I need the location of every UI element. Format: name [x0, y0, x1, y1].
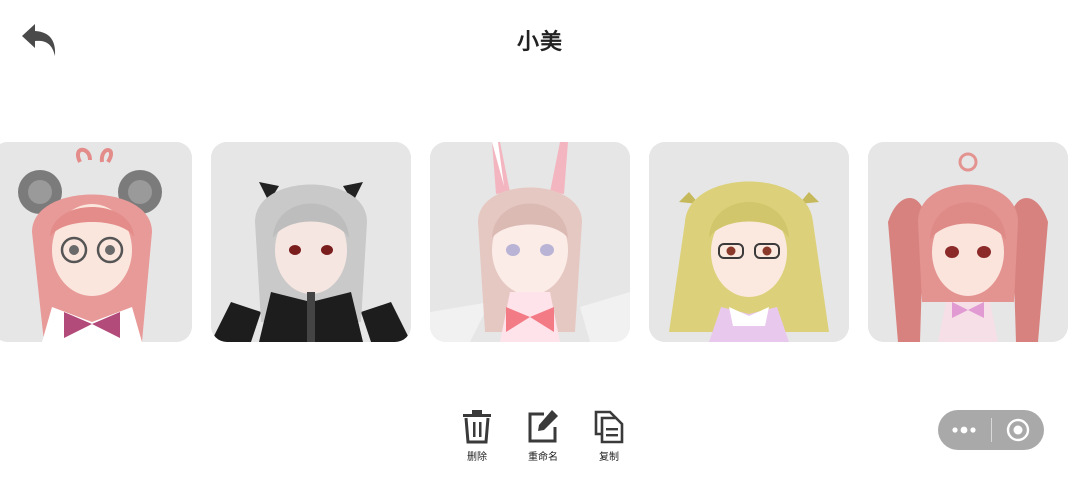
more-dots-icon — [952, 426, 976, 434]
page-title: 小美 — [516, 30, 563, 55]
avatar-gallery — [0, 142, 1068, 342]
avatar-card[interactable] — [649, 142, 849, 342]
copy-icon — [594, 410, 624, 444]
avatar-image — [868, 142, 1068, 342]
avatar-card[interactable] — [430, 142, 630, 342]
avatar-image — [430, 142, 630, 342]
delete-button[interactable]: 删除 — [452, 406, 502, 463]
avatar-image — [211, 142, 411, 342]
avatar-card[interactable] — [868, 142, 1068, 342]
action-toolbar: 删除 重命名 复制 — [452, 406, 634, 463]
avatar-image — [649, 142, 849, 342]
close-button[interactable] — [991, 410, 1044, 450]
mini-program-capsule — [938, 410, 1044, 450]
edit-icon — [528, 410, 558, 443]
rename-button[interactable]: 重命名 — [518, 406, 568, 463]
trash-icon — [463, 410, 491, 444]
delete-label: 删除 — [467, 452, 487, 463]
page: 小美 删除 重命名 复制 — [0, 0, 1080, 484]
avatar-card[interactable] — [0, 142, 192, 342]
copy-button[interactable]: 复制 — [584, 406, 634, 463]
copy-label: 复制 — [599, 452, 619, 463]
avatar-card[interactable] — [211, 142, 411, 342]
avatar-image — [0, 142, 192, 342]
target-circle-icon — [1006, 418, 1029, 442]
more-button[interactable] — [938, 410, 991, 450]
rename-label: 重命名 — [528, 452, 558, 463]
